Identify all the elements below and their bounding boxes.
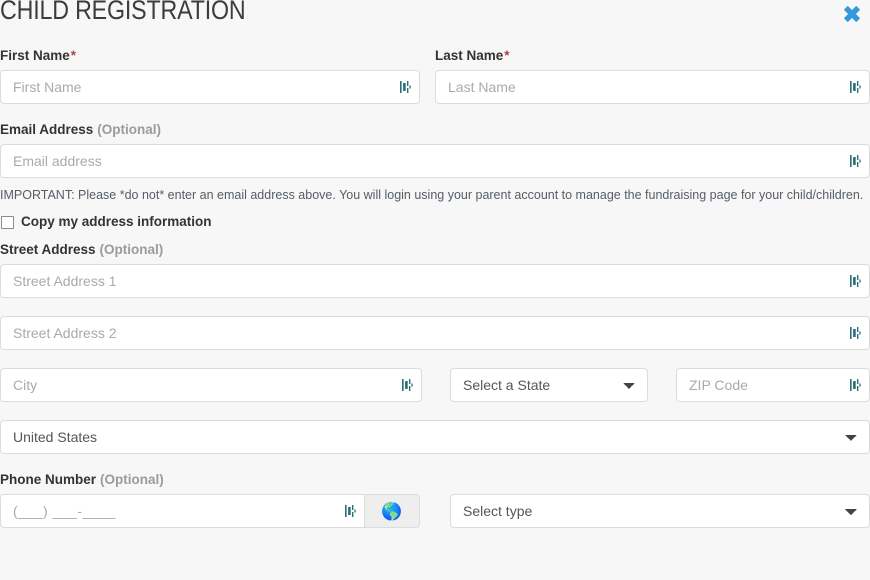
phone-type-group: Select type [450,494,870,528]
street-address-2-input-wrap [0,316,870,350]
last-name-input[interactable] [435,70,870,104]
street-address-1-input[interactable] [0,264,870,298]
email-group: Email Address (Optional) [0,122,870,178]
phone-label: Phone Number (Optional) [0,472,420,488]
phone-input-wrap [0,494,365,528]
required-asterisk: * [70,48,77,63]
modal-header: CHILD REGISTRATION [0,0,870,40]
phone-input-group: 🌎 [0,494,420,528]
street-address-1-input-wrap [0,264,870,298]
street-address-label-text: Street Address [0,242,96,257]
copy-address-row: Copy my address information [0,214,870,230]
last-name-input-wrap [435,70,870,104]
phone-number-group: Phone Number (Optional) (___) ___-____ 🌎 [0,472,420,528]
street-address-label: Street Address (Optional) [0,242,870,258]
optional-tag: (Optional) [97,122,162,137]
first-name-input-wrap [0,70,420,104]
country-group: United States [0,420,870,454]
street-address-group: Street Address (Optional) [0,242,870,298]
street-address-2-group [0,316,870,350]
name-row: First Name* Last Name* [0,48,870,104]
email-row: Email Address (Optional) [0,122,870,178]
street-address-row: Street Address (Optional) [0,242,870,298]
zip-input[interactable] [676,368,870,402]
email-label: Email Address (Optional) [0,122,870,138]
city-input[interactable] [0,368,422,402]
phone-input[interactable] [0,494,365,528]
city-input-wrap [0,368,422,402]
email-label-text: Email Address [0,122,94,137]
globe-icon: 🌎 [381,501,403,521]
copy-address-label[interactable]: Copy my address information [21,214,212,230]
zip-group [676,368,870,402]
email-notice-text: IMPORTANT: Please *do not* enter an emai… [0,188,864,202]
first-name-input[interactable] [0,70,420,104]
page-title: CHILD REGISTRATION [0,0,246,25]
last-name-group: Last Name* [435,48,870,104]
globe-icon-button[interactable]: 🌎 [365,494,420,528]
first-name-group: First Name* [0,48,435,104]
country-select[interactable]: United States [0,420,870,454]
country-row: United States [0,420,870,454]
optional-tag: (Optional) [99,242,164,257]
first-name-label-text: First Name [0,48,70,63]
copy-address-checkbox[interactable] [1,215,14,229]
email-input[interactable] [0,144,870,178]
email-input-wrap [0,144,870,178]
child-registration-modal: CHILD REGISTRATION First Name* First Nam… [0,0,870,580]
required-asterisk: * [504,48,510,63]
city-group [0,368,422,402]
last-name-label: Last Name* [435,48,870,64]
zip-input-wrap [676,368,870,402]
street-address-2-row [0,316,870,350]
optional-tag: (Optional) [100,472,164,487]
city-state-zip-row: Select a State [0,368,870,402]
close-icon[interactable] [838,0,866,28]
street-address-2-input[interactable] [0,316,870,350]
state-select[interactable]: Select a State [450,368,648,402]
close-x-glyph [844,6,860,22]
phone-row: Phone Number (Optional) (___) ___-____ 🌎… [0,472,870,528]
state-group: Select a State [450,368,648,402]
registration-form: First Name* Last Name* [0,48,870,528]
phone-type-select[interactable]: Select type [450,494,870,528]
last-name-label-text: Last Name [435,48,504,63]
first-name-label: First Name* [0,48,420,64]
phone-label-text: Phone Number [0,472,97,487]
